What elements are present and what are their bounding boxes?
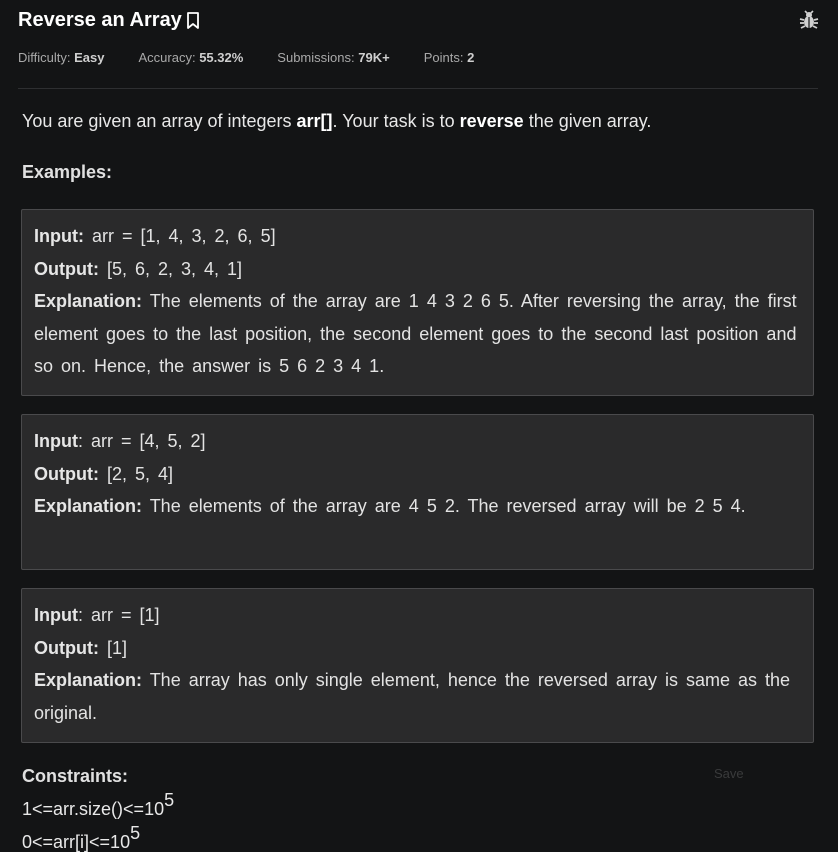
- example-box: Input: arr = [4, 5, 2] Output: [2, 5, 4]…: [21, 414, 814, 570]
- difficulty-value: Easy: [74, 50, 105, 65]
- accuracy-stat: Accuracy: 55.32%: [139, 48, 244, 68]
- points-label: Points:: [423, 50, 464, 65]
- constraint-base: 0<=arr[i]<=10: [22, 832, 131, 852]
- output-value: [2, 5, 4]: [98, 463, 174, 484]
- example-box: Input: arr = [1, 4, 3, 2, 6, 5] Output: …: [21, 209, 814, 396]
- example-input: Input: arr = [1, 4, 3, 2, 6, 5]: [34, 220, 801, 253]
- output-label: Output:: [34, 258, 99, 279]
- constraints-heading: Constraints:: [22, 766, 129, 786]
- example-box: Input: arr = [1] Output: [1] Explanation…: [21, 588, 814, 743]
- submissions-label: Submissions:: [277, 50, 355, 65]
- output-label: Output:: [34, 463, 99, 484]
- save-button[interactable]: Save: [714, 766, 744, 781]
- examples-heading: Examples:: [22, 162, 113, 182]
- example-explanation: Explanation: The elements of the array a…: [34, 285, 801, 383]
- statement-text: You are given an array of integers: [22, 111, 297, 131]
- submissions-value: 79K+: [358, 50, 390, 65]
- input-label: Input: [34, 431, 78, 451]
- difficulty-stat: Difficulty: Easy: [18, 48, 105, 68]
- example-explanation: Explanation: The array has only single e…: [34, 664, 801, 729]
- constraint-item: 1<=arr.size()<=105: [22, 791, 174, 821]
- statement-text: . Your task is to: [332, 111, 460, 131]
- difficulty-label: Difficulty:: [18, 50, 71, 65]
- explanation-value: The elements of the array are 1 4 3 2 6 …: [34, 291, 797, 376]
- problem-statement: You are given an array of integers arr[]…: [22, 108, 812, 134]
- explanation-label: Explanation:: [34, 496, 143, 516]
- constraint-exponent: 5: [130, 823, 141, 843]
- points-value: 2: [467, 50, 475, 65]
- statement-bold-arr: arr[]: [296, 111, 333, 131]
- accuracy-value: 55.32%: [199, 50, 244, 65]
- points-stat: Points: 2: [424, 48, 475, 68]
- example-explanation: Explanation: The elements of the array a…: [34, 490, 801, 523]
- explanation-value: The elements of the array are 4 5 2. The…: [142, 496, 746, 516]
- problem-title-text: Reverse an Array: [18, 9, 182, 31]
- input-value: : arr = [1]: [77, 605, 160, 625]
- example-output: Output: [2, 5, 4]: [34, 458, 801, 491]
- output-label: Output:: [34, 637, 99, 658]
- statement-text: the given array.: [523, 111, 652, 131]
- example-input: Input: arr = [1]: [34, 599, 801, 632]
- constraint-item: 0<=arr[i]<=105: [22, 824, 140, 852]
- explanation-label: Explanation:: [34, 291, 143, 311]
- example-output: Output: [1]: [34, 632, 801, 665]
- constraint-exponent: 5: [164, 790, 175, 810]
- input-value: arr = [1, 4, 3, 2, 6, 5]: [83, 226, 276, 246]
- output-value: [5, 6, 2, 3, 4, 1]: [98, 258, 243, 279]
- input-label: Input: [34, 605, 78, 625]
- example-output: Output: [5, 6, 2, 3, 4, 1]: [34, 253, 801, 286]
- problem-header: Reverse an Array: [18, 6, 820, 34]
- example-input: Input: arr = [4, 5, 2]: [34, 425, 801, 458]
- constraint-base: 1<=arr.size()<=10: [22, 799, 165, 819]
- problem-title: Reverse an Array: [18, 6, 201, 34]
- bookmark-icon[interactable]: [185, 10, 201, 30]
- output-value: [1]: [98, 637, 127, 658]
- submissions-stat: Submissions: 79K+: [277, 48, 389, 68]
- input-label: Input:: [34, 226, 84, 246]
- input-value: : arr = [4, 5, 2]: [77, 431, 206, 451]
- header-divider: [18, 88, 818, 89]
- problem-meta: Difficulty: Easy Accuracy: 55.32% Submis…: [18, 48, 508, 68]
- statement-bold-reverse: reverse: [459, 111, 524, 131]
- accuracy-label: Accuracy:: [138, 50, 196, 65]
- explanation-value: The array has only single element, hence…: [34, 670, 790, 723]
- bug-icon[interactable]: [798, 9, 820, 31]
- explanation-label: Explanation:: [34, 670, 143, 690]
